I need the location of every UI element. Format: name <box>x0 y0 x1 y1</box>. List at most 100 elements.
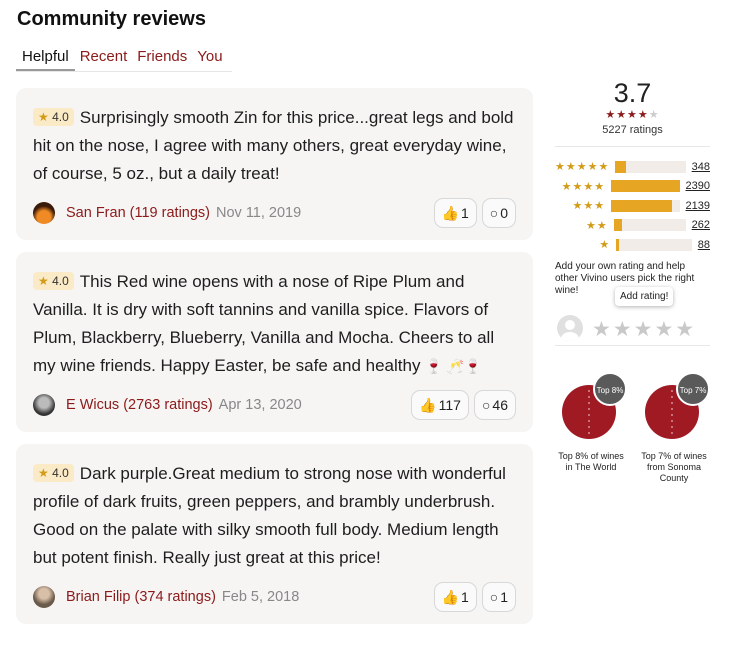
distribution-count[interactable]: 88 <box>698 239 710 251</box>
comment-count: 46 <box>492 397 508 413</box>
stars-icon: ★ <box>599 239 611 252</box>
review-footer: San Fran (119 ratings) Nov 11, 2019 👍 1 ○… <box>33 198 516 228</box>
distribution-count[interactable]: 348 <box>692 161 710 173</box>
distribution-fill <box>616 238 620 251</box>
comment-icon: ○ <box>481 397 491 413</box>
divider <box>555 146 710 147</box>
comment-count: 1 <box>500 589 508 605</box>
review-body: ★ 4.0 Surprisingly smooth Zin for this pr… <box>33 104 516 188</box>
review-date: Apr 13, 2020 <box>218 397 302 413</box>
like-button[interactable]: 👍 1 <box>433 198 477 228</box>
badge-label: Top 7% of wines from Sonoma County <box>641 450 707 483</box>
like-button[interactable]: 👍 1 <box>433 582 477 612</box>
like-button[interactable]: 👍 117 <box>411 390 469 420</box>
review-body: ★ 4.0 Dark purple.Great medium to strong … <box>33 460 516 572</box>
distribution-count[interactable]: 262 <box>692 219 710 231</box>
review-date: Nov 11, 2019 <box>216 205 302 221</box>
star-icon: ★ <box>38 110 49 124</box>
rating-summary: 3.7 ★★★★★ 5227 ratings ★★★★★ 348 ★★★★ 23… <box>555 78 710 484</box>
distribution-fill <box>611 199 673 212</box>
stars-icon: ★★★★★ <box>555 161 610 174</box>
review-footer: Brian Filip (374 ratings) Feb 5, 2018 👍 1… <box>33 582 516 612</box>
ranking-badge-region[interactable]: Top 7% Top 7% of wines from Sonoma Count… <box>638 368 710 484</box>
stars-icon: ★★★★ <box>561 180 606 193</box>
comment-button[interactable]: ○ 1 <box>481 582 516 612</box>
reviewer-name[interactable]: E Wicus (2763 ratings) <box>66 397 213 413</box>
stars-icon: ★★★ <box>572 200 606 213</box>
review-card: ★ 4.0 Dark purple.Great medium to strong … <box>16 444 533 624</box>
avatar[interactable] <box>33 394 55 416</box>
comment-icon: ○ <box>489 205 499 221</box>
distribution-bar <box>611 180 680 193</box>
average-rating: 3.7 <box>613 78 652 108</box>
reviewer-name[interactable]: San Fran (119 ratings) <box>66 205 210 221</box>
tab-friends[interactable]: Friends <box>132 45 192 71</box>
review-card: ★ 4.0 Surprisingly smooth Zin for this pr… <box>16 88 533 240</box>
distribution-fill <box>611 180 680 193</box>
review-text: Surprisingly smooth Zin for this price..… <box>33 108 514 183</box>
thumbs-up-icon: 👍 <box>419 396 437 413</box>
review-text: Dark purple.Great medium to strong nose … <box>33 464 506 567</box>
rating-badge: ★ 4.0 <box>33 108 74 126</box>
distribution-row-2[interactable]: ★★ 262 <box>555 216 710 236</box>
comment-count: 0 <box>500 205 508 221</box>
comment-button[interactable]: ○ 0 <box>481 198 516 228</box>
rating-badge: ★ 4.0 <box>33 464 74 482</box>
star-icon: ★ <box>38 466 49 480</box>
wine-glass-badge-icon: Top 7% <box>645 371 710 439</box>
badge-label: Top 8% of wines in The World <box>558 450 624 472</box>
distribution-count[interactable]: 2139 <box>686 200 710 212</box>
avatar[interactable] <box>33 202 55 224</box>
distribution-fill <box>615 160 626 173</box>
stars-icon: ★★ <box>585 219 608 232</box>
reviewer-name[interactable]: Brian Filip (374 ratings) <box>66 589 216 605</box>
distribution-row-3[interactable]: ★★★ 2139 <box>555 196 710 216</box>
review-rating: 4.0 <box>52 466 69 480</box>
add-rating-tooltip: Add rating! <box>615 286 674 306</box>
review-footer: E Wicus (2763 ratings) Apr 13, 2020 👍 117… <box>33 390 516 420</box>
comment-icon: ○ <box>489 589 499 605</box>
comment-button[interactable]: ○ 46 <box>473 390 516 420</box>
distribution-bar <box>615 160 686 173</box>
divider <box>555 344 710 346</box>
rating-distribution: ★★★★★ 348 ★★★★ 2390 ★★★ 2139 ★★ 262 ★ 88 <box>555 157 710 255</box>
user-avatar-icon <box>557 314 583 341</box>
thumbs-up-icon: 👍 <box>441 204 459 221</box>
ranking-badge-world[interactable]: Top 8% Top 8% of wines in The World <box>555 368 627 484</box>
thumbs-up-icon: 👍 <box>441 588 459 605</box>
ranking-badges: Top 8% Top 8% of wines in The World Top … <box>555 368 710 484</box>
review-list: ★ 4.0 Surprisingly smooth Zin for this pr… <box>16 88 533 636</box>
tab-helpful[interactable]: Helpful <box>16 45 75 71</box>
review-date: Feb 5, 2018 <box>221 589 300 605</box>
review-rating: 4.0 <box>52 274 69 288</box>
review-card: ★ 4.0 This Red wine opens with a nose of … <box>16 252 533 432</box>
wine-glass-icons: 🍷 🥂🍷 <box>425 358 482 374</box>
ratings-count: 5227 ratings <box>602 124 663 136</box>
review-body: ★ 4.0 This Red wine opens with a nose of … <box>33 268 516 380</box>
rating-badge: ★ 4.0 <box>33 272 74 290</box>
star-icon: ★ <box>38 274 49 288</box>
tab-recent[interactable]: Recent <box>75 45 133 71</box>
distribution-bar <box>613 219 686 232</box>
distribution-row-1[interactable]: ★ 88 <box>555 235 710 255</box>
avatar[interactable] <box>33 586 55 608</box>
page-title: Community reviews <box>17 8 206 30</box>
review-rating: 4.0 <box>52 110 69 124</box>
badge-percent: Top 7% <box>680 386 707 395</box>
average-stars: ★★★★★ <box>605 109 660 121</box>
distribution-row-4[interactable]: ★★★★ 2390 <box>555 177 710 197</box>
like-count: 117 <box>438 397 461 413</box>
like-count: 1 <box>460 205 469 221</box>
distribution-bar <box>611 199 680 212</box>
distribution-bar <box>616 238 692 251</box>
review-tabs: Helpful Recent Friends You <box>16 45 232 72</box>
wine-glass-badge-icon: Top 8% <box>562 371 627 439</box>
add-rating-row: Add rating! ★★★★★ <box>555 286 710 341</box>
rate-stars-input[interactable]: ★★★★★ <box>592 317 696 342</box>
badge-percent: Top 8% <box>597 386 624 395</box>
distribution-fill <box>613 219 622 232</box>
tab-you[interactable]: You <box>192 45 227 71</box>
distribution-count[interactable]: 2390 <box>686 180 710 192</box>
distribution-row-5[interactable]: ★★★★★ 348 <box>555 157 710 177</box>
like-count: 1 <box>460 589 469 605</box>
